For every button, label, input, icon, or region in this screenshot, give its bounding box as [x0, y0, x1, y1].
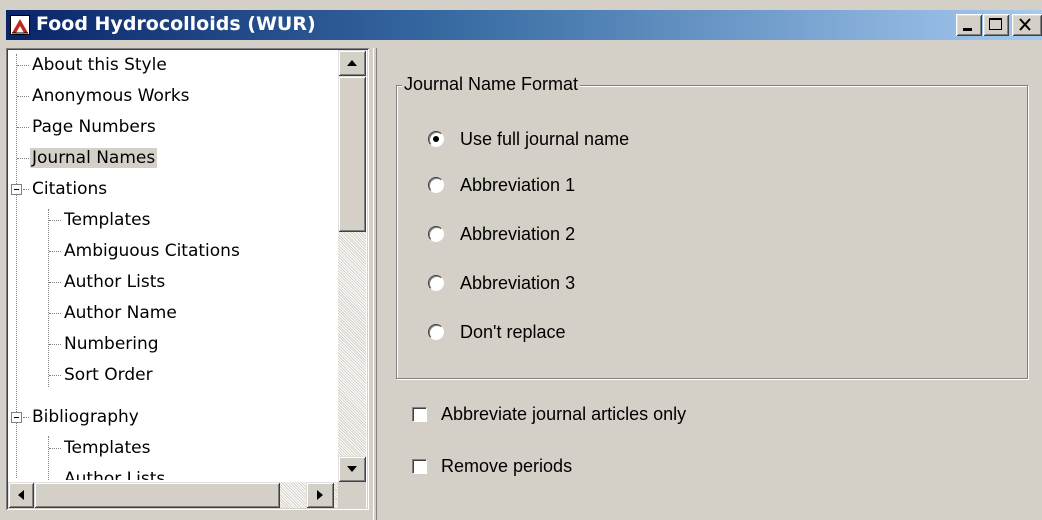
radio-label: Don't replace [460, 321, 566, 342]
radio-button[interactable] [428, 324, 444, 340]
vertical-scroll-thumb[interactable] [338, 76, 366, 232]
radio-button[interactable] [428, 275, 444, 291]
tree-connector [17, 65, 29, 66]
close-icon [1019, 18, 1031, 31]
checkbox[interactable] [412, 458, 427, 474]
tree-vertical-scrollbar[interactable] [338, 50, 366, 482]
tree-item-author-name[interactable]: Author Name [62, 300, 179, 326]
checkbox-remove-periods[interactable]: Remove periods [412, 454, 572, 478]
checkbox-abbreviate-journal-articles-only[interactable]: Abbreviate journal articles only [412, 402, 686, 426]
checkbox-label: Remove periods [441, 455, 573, 476]
radio-label: Use full journal name [460, 128, 630, 149]
scroll-right-button[interactable] [306, 482, 334, 508]
radio-abbreviation-1[interactable]: Abbreviation 1 [428, 173, 575, 197]
radio-dont-replace[interactable]: Don't replace [428, 320, 566, 344]
radio-label: Abbreviation 3 [460, 272, 576, 293]
window-title: Food Hydrocolloids (WUR) [36, 13, 316, 35]
radio-label: Abbreviation 1 [460, 174, 576, 195]
arrow-right-icon [317, 490, 323, 500]
tree-item-sort-order[interactable]: Sort Order [62, 362, 155, 388]
tree-connector [23, 189, 29, 190]
tree-connector [17, 158, 29, 159]
tree-connector [17, 127, 29, 128]
minimize-button[interactable] [956, 14, 982, 36]
title-bar[interactable]: Food Hydrocolloids (WUR) [6, 10, 1042, 40]
checkbox-label: Abbreviate journal articles only [441, 403, 687, 424]
tree-item-citations-templates[interactable]: Templates [62, 207, 152, 233]
checkbox[interactable] [412, 406, 427, 422]
journal-name-format-legend: Journal Name Format [402, 74, 581, 95]
collapse-citations-icon[interactable] [11, 184, 22, 195]
radio-abbreviation-2[interactable]: Abbreviation 2 [428, 222, 575, 246]
tree-item-bibliography-author-lists[interactable]: Author Lists [62, 466, 167, 480]
arrow-down-icon [347, 466, 357, 472]
minimize-icon [963, 28, 972, 31]
radio-button[interactable] [428, 226, 444, 242]
scroll-up-button[interactable] [338, 50, 366, 76]
tree-item-numbering[interactable]: Numbering [62, 331, 161, 357]
tree-horizontal-scrollbar[interactable] [8, 482, 338, 508]
scroll-down-button[interactable] [338, 456, 366, 482]
tree-item-citations[interactable]: Citations [30, 176, 109, 202]
radio-use-full-journal-name[interactable]: Use full journal name [428, 127, 629, 151]
tree-item-anonymous-works[interactable]: Anonymous Works [30, 83, 192, 109]
tree-connector [49, 375, 61, 376]
maximize-icon [989, 18, 1002, 30]
tree-connector [49, 448, 61, 449]
tree-connector [49, 313, 61, 314]
tree-item-about-this-style[interactable]: About this Style [30, 52, 169, 78]
tree-connector [17, 96, 29, 97]
tree-content: About this Style Anonymous Works Page Nu… [8, 50, 338, 480]
style-editor-window: Food Hydrocolloids (WUR) About this Styl… [0, 0, 1042, 520]
radio-label: Abbreviation 2 [460, 223, 576, 244]
tree-item-bibliography-templates[interactable]: Templates [62, 435, 152, 461]
tree-connector [23, 417, 29, 418]
collapse-bibliography-icon[interactable] [11, 412, 22, 423]
arrow-left-icon [18, 490, 24, 500]
tree-item-author-lists[interactable]: Author Lists [62, 269, 167, 295]
maximize-button[interactable] [983, 14, 1009, 36]
tree-guide-line [48, 436, 49, 480]
panel-splitter[interactable] [373, 48, 377, 520]
tree-item-ambiguous-citations[interactable]: Ambiguous Citations [62, 238, 242, 264]
tree-item-page-numbers[interactable]: Page Numbers [30, 114, 158, 140]
tree-connector [49, 282, 61, 283]
endnote-app-icon[interactable] [10, 15, 30, 35]
scrollbar-corner [338, 482, 366, 508]
tree-item-bibliography[interactable]: Bibliography [30, 404, 141, 430]
radio-abbreviation-3[interactable]: Abbreviation 3 [428, 271, 575, 295]
tree-connector [49, 251, 61, 252]
tree-item-journal-names[interactable]: Journal Names [30, 145, 158, 171]
horizontal-scroll-thumb[interactable] [34, 482, 280, 508]
tree-connector [49, 344, 61, 345]
tree-guide-line [48, 209, 49, 387]
scroll-left-button[interactable] [8, 482, 34, 508]
radio-button-selected[interactable] [428, 131, 444, 147]
radio-button[interactable] [428, 177, 444, 193]
close-button[interactable] [1012, 14, 1042, 36]
style-sections-tree[interactable]: About this Style Anonymous Works Page Nu… [6, 48, 369, 510]
tree-connector [49, 220, 61, 221]
arrow-up-icon [347, 60, 357, 66]
